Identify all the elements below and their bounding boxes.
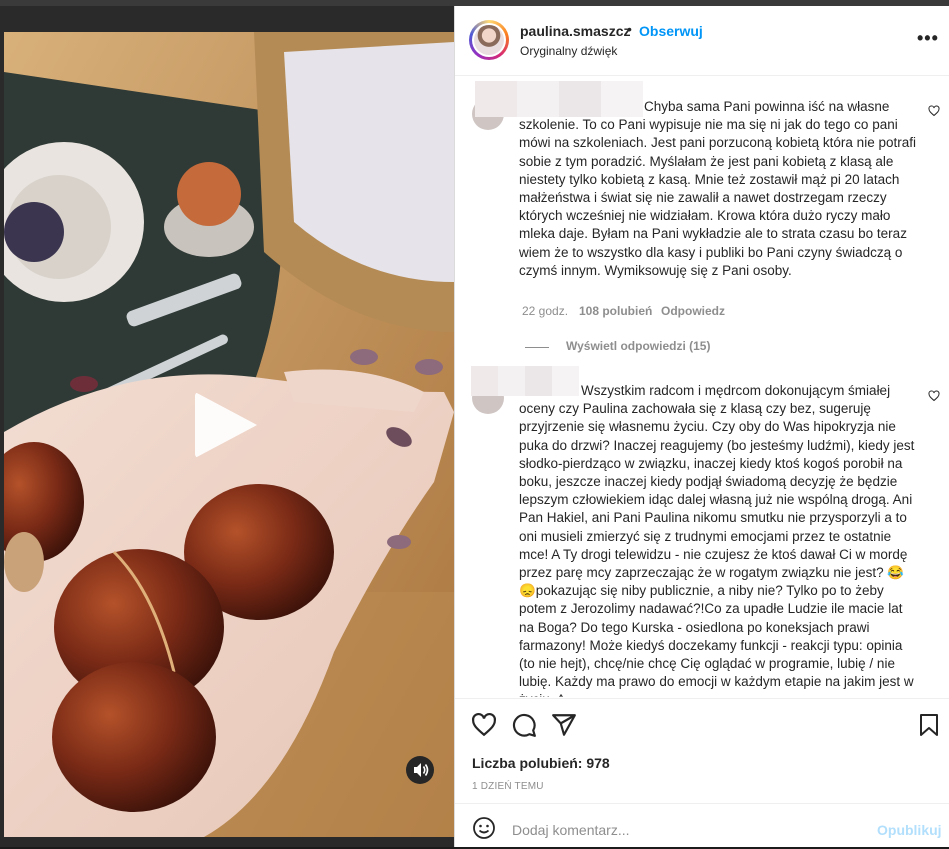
comment-time[interactable]: 22 godz. <box>522 304 568 318</box>
comment-text: Chyba sama Pani powinna iść na własne sz… <box>519 99 916 278</box>
comment-icon[interactable] <box>511 712 537 738</box>
instagram-post-modal: paulina.smaszcz • Obserwuj Oryginalny dź… <box>0 0 949 847</box>
like-comment-icon[interactable] <box>928 390 940 402</box>
audio-label[interactable]: Oryginalny dźwięk <box>520 44 617 58</box>
avatar[interactable] <box>469 20 509 60</box>
username[interactable]: paulina.smaszcz <box>520 23 631 39</box>
reply-button[interactable]: Odpowiedz <box>661 304 725 318</box>
post-sidebar: paulina.smaszcz • Obserwuj Oryginalny dź… <box>454 6 949 847</box>
post-header: paulina.smaszcz • Obserwuj Oryginalny dź… <box>455 6 949 76</box>
play-icon[interactable] <box>195 392 257 458</box>
comments-list[interactable]: Chyba sama Pani powinna iść na własne sz… <box>455 77 949 697</box>
sound-icon[interactable] <box>406 756 434 784</box>
view-replies-button[interactable]: Wyświetl odpowiedzi (15) <box>566 339 710 353</box>
separator-dot: • <box>627 21 632 37</box>
emoji-icon[interactable] <box>472 816 496 840</box>
post-actions: Liczba polubień: 978 1 DZIEŃ TEMU Dodaj … <box>455 698 949 848</box>
likes-count[interactable]: Liczba polubień: 978 <box>472 755 610 771</box>
more-icon[interactable]: ••• <box>917 28 939 49</box>
comment-text: Wszystkim radcom i mędrcom dokonującym ś… <box>519 383 915 697</box>
follow-button[interactable]: Obserwuj <box>639 23 703 39</box>
share-icon[interactable] <box>551 712 577 738</box>
bookmark-icon[interactable] <box>917 712 941 738</box>
post-timestamp: 1 DZIEŃ TEMU <box>472 781 544 792</box>
replies-divider <box>525 347 549 348</box>
comment-likes[interactable]: 108 polubień <box>579 304 652 318</box>
heart-icon[interactable] <box>471 712 497 738</box>
add-comment-bar: Dodaj komentarz... Opublikuj <box>455 803 949 849</box>
publish-button[interactable]: Opublikuj <box>877 822 942 838</box>
comment-input[interactable]: Dodaj komentarz... <box>512 822 630 838</box>
like-comment-icon[interactable] <box>928 105 940 117</box>
